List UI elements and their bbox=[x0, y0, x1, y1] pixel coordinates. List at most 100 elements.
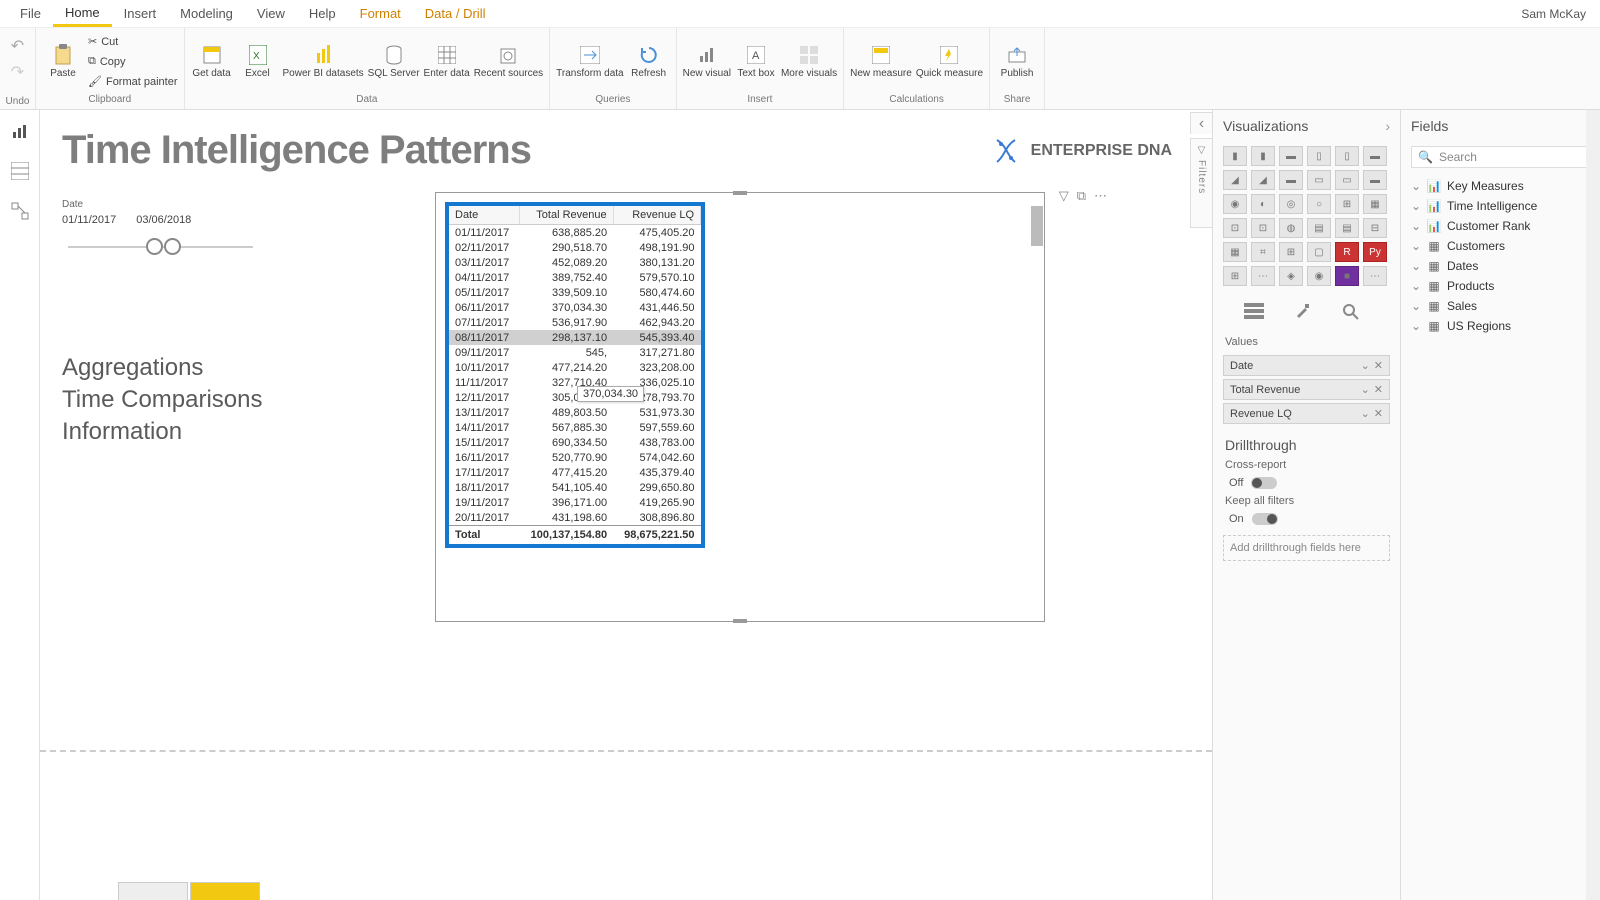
viz-type-button[interactable]: ⋯ bbox=[1363, 266, 1387, 286]
date-to[interactable]: 03/06/2018 bbox=[136, 214, 191, 226]
filters-pane-collapsed[interactable]: ▽ Filters bbox=[1190, 138, 1212, 228]
table-row[interactable]: 11/11/2017327,710.40336,025.10 bbox=[449, 375, 701, 390]
cut-button[interactable]: ✂ Cut bbox=[88, 33, 178, 51]
viz-type-button[interactable]: ⌗ bbox=[1251, 242, 1275, 262]
col-header[interactable]: Revenue LQ bbox=[613, 206, 700, 225]
analytics-tab-icon[interactable] bbox=[1337, 300, 1363, 322]
page-tab-1[interactable] bbox=[118, 882, 188, 900]
viz-type-button[interactable]: ▦ bbox=[1223, 242, 1247, 262]
tab-format[interactable]: Format bbox=[348, 2, 413, 25]
sql-server-button[interactable]: SQL Server bbox=[368, 32, 420, 92]
slider-handle-end[interactable] bbox=[164, 238, 181, 255]
model-view-icon[interactable] bbox=[9, 200, 31, 222]
field-well-item[interactable]: Revenue LQ⌄✕ bbox=[1223, 403, 1390, 424]
date-from[interactable]: 01/11/2017 bbox=[62, 214, 116, 226]
data-table[interactable]: DateTotal RevenueRevenue LQ 01/11/201763… bbox=[445, 202, 705, 548]
excel-button[interactable]: XExcel bbox=[237, 32, 279, 92]
table-row[interactable]: 04/11/2017389,752.40579,570.10 bbox=[449, 270, 701, 285]
report-canvas[interactable]: Time Intelligence Patterns ENTERPRISE DN… bbox=[40, 110, 1212, 900]
table-row[interactable]: 14/11/2017567,885.30597,559.60 bbox=[449, 420, 701, 435]
table-row[interactable]: 19/11/2017396,171.00419,265.90 bbox=[449, 495, 701, 510]
slider-handle-start[interactable] bbox=[146, 238, 163, 255]
table-row[interactable]: 09/11/2017545, 317,271.80 bbox=[449, 345, 701, 360]
data-view-icon[interactable] bbox=[9, 160, 31, 182]
viz-type-button[interactable]: ▬ bbox=[1363, 146, 1387, 166]
viz-type-button[interactable]: R bbox=[1335, 242, 1359, 262]
transform-data-button[interactable]: Transform data bbox=[556, 32, 623, 92]
viz-type-button[interactable]: ▤ bbox=[1307, 218, 1331, 238]
chevron-down-icon[interactable]: ⌄ bbox=[1361, 359, 1370, 372]
undo-icon[interactable]: ↶ bbox=[11, 36, 24, 56]
chevron-down-icon[interactable]: ⌄ bbox=[1361, 407, 1370, 420]
table-row[interactable]: 18/11/2017541,105.40299,650.80 bbox=[449, 480, 701, 495]
tab-insert[interactable]: Insert bbox=[112, 2, 169, 25]
viz-type-button[interactable]: ◢ bbox=[1223, 170, 1247, 190]
viz-type-button[interactable]: ▬ bbox=[1279, 170, 1303, 190]
viz-type-button[interactable]: ⊞ bbox=[1223, 266, 1247, 286]
viz-type-button[interactable]: ○ bbox=[1307, 194, 1331, 214]
remove-icon[interactable]: ✕ bbox=[1374, 383, 1383, 396]
field-well-item[interactable]: Date⌄✕ bbox=[1223, 355, 1390, 376]
field-table-item[interactable]: ⌄▦Sales bbox=[1401, 296, 1600, 316]
date-slider[interactable] bbox=[68, 238, 253, 256]
format-painter-button[interactable]: 🖌 Format painter bbox=[88, 73, 178, 91]
window-scrollbar[interactable] bbox=[1586, 110, 1600, 900]
viz-type-button[interactable]: ▭ bbox=[1335, 170, 1359, 190]
fields-tab-icon[interactable] bbox=[1241, 300, 1267, 322]
tab-file[interactable]: File bbox=[8, 2, 53, 25]
viz-type-button[interactable]: ◉ bbox=[1307, 266, 1331, 286]
publish-button[interactable]: Publish bbox=[996, 32, 1038, 92]
viz-type-button[interactable]: ◍ bbox=[1279, 218, 1303, 238]
focus-icon[interactable]: ⧉ bbox=[1077, 188, 1086, 204]
table-visual-container[interactable]: ▽ ⧉ ⋯ DateTotal RevenueRevenue LQ 01/11/… bbox=[435, 192, 1045, 622]
resize-handle-top[interactable] bbox=[733, 191, 747, 195]
copy-button[interactable]: ⧉ Copy bbox=[88, 53, 178, 71]
refresh-button[interactable]: Refresh bbox=[628, 32, 670, 92]
viz-type-button[interactable]: ◈ bbox=[1279, 266, 1303, 286]
tab-data-drill[interactable]: Data / Drill bbox=[413, 2, 498, 25]
quick-measure-button[interactable]: Quick measure bbox=[916, 32, 983, 92]
filter-icon[interactable]: ▽ bbox=[1059, 188, 1069, 204]
tab-view[interactable]: View bbox=[245, 2, 297, 25]
user-name[interactable]: Sam McKay bbox=[1521, 7, 1592, 21]
viz-type-button[interactable]: ▤ bbox=[1335, 218, 1359, 238]
table-row[interactable]: 15/11/2017690,334.50438,783.00 bbox=[449, 435, 701, 450]
table-row[interactable]: 20/11/2017431,198.60308,896.80 bbox=[449, 510, 701, 526]
visual-scrollbar[interactable] bbox=[1031, 206, 1043, 594]
viz-type-button[interactable]: ⊞ bbox=[1335, 194, 1359, 214]
viz-type-button[interactable]: ⋯ bbox=[1251, 266, 1275, 286]
viz-type-button[interactable]: ▭ bbox=[1307, 170, 1331, 190]
viz-type-button[interactable]: ▮ bbox=[1223, 146, 1247, 166]
viz-type-button[interactable]: ◐ bbox=[1251, 194, 1275, 214]
table-row[interactable]: 10/11/2017477,214.20323,208.00 bbox=[449, 360, 701, 375]
field-table-item[interactable]: ⌄📊Key Measures bbox=[1401, 176, 1600, 196]
paste-button[interactable]: Paste bbox=[42, 32, 84, 92]
report-view-icon[interactable] bbox=[9, 120, 31, 142]
remove-icon[interactable]: ✕ bbox=[1374, 359, 1383, 372]
viz-type-button[interactable]: Py bbox=[1363, 242, 1387, 262]
viz-type-button[interactable]: ⊟ bbox=[1363, 218, 1387, 238]
recent-sources-button[interactable]: Recent sources bbox=[474, 32, 543, 92]
viz-type-button[interactable]: ◢ bbox=[1251, 170, 1275, 190]
enter-data-button[interactable]: Enter data bbox=[424, 32, 470, 92]
viz-type-button[interactable]: ◎ bbox=[1279, 194, 1303, 214]
text-box-button[interactable]: AText box bbox=[735, 32, 777, 92]
table-row[interactable]: 06/11/2017370,034.30431,446.50 bbox=[449, 300, 701, 315]
table-row[interactable]: 12/11/2017305,024.20278,793.70 bbox=[449, 390, 701, 405]
field-table-item[interactable]: ⌄📊Customer Rank bbox=[1401, 216, 1600, 236]
table-row[interactable]: 01/11/2017638,885.20475,405.20 bbox=[449, 225, 701, 241]
tab-help[interactable]: Help bbox=[297, 2, 348, 25]
viz-type-button[interactable]: ◉ bbox=[1223, 194, 1247, 214]
format-tab-icon[interactable] bbox=[1289, 300, 1315, 322]
table-row[interactable]: 05/11/2017339,509.10580,474.60 bbox=[449, 285, 701, 300]
field-table-item[interactable]: ⌄▦Dates bbox=[1401, 256, 1600, 276]
field-well-item[interactable]: Total Revenue⌄✕ bbox=[1223, 379, 1390, 400]
viz-type-button[interactable]: ▯ bbox=[1307, 146, 1331, 166]
table-row[interactable]: 08/11/2017298,137.10545,393.40 bbox=[449, 330, 701, 345]
table-row[interactable]: 07/11/2017536,917.90462,943.20 bbox=[449, 315, 701, 330]
redo-icon[interactable]: ↷ bbox=[11, 62, 24, 82]
drillthrough-drop[interactable]: Add drillthrough fields here bbox=[1223, 535, 1390, 561]
cross-report-toggle[interactable] bbox=[1251, 477, 1277, 489]
viz-type-button[interactable]: ▮ bbox=[1251, 146, 1275, 166]
collapse-viz-icon[interactable]: › bbox=[1385, 118, 1390, 134]
